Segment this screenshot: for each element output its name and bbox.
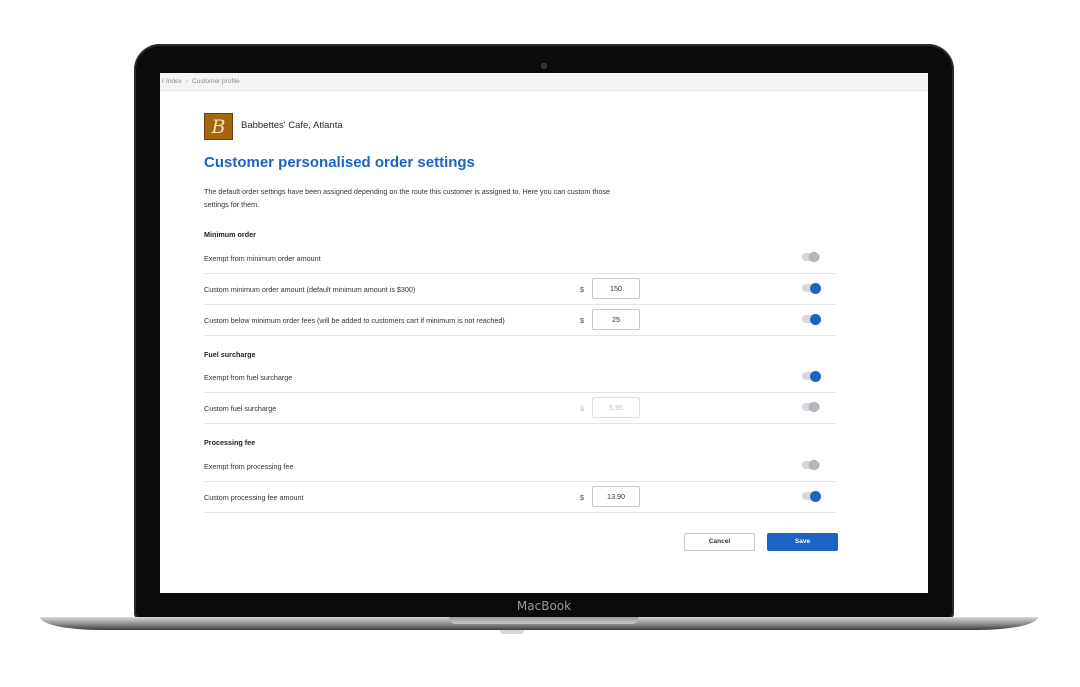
breadcrumb-item-index[interactable]: r Index (162, 78, 182, 85)
row-exempt-minimum-order: Exempt from minimum order amount (204, 243, 836, 274)
save-button[interactable]: Save (767, 533, 838, 551)
row-label: Exempt from fuel surcharge (204, 373, 293, 382)
row-custom-processing-fee: Custom processing fee amount $ 13.90 (204, 482, 836, 513)
page-description: The default order settings have been ass… (204, 187, 610, 209)
currency-symbol: $ (580, 404, 584, 413)
section-title-processing-fee: Processing fee (204, 438, 256, 447)
toggle-knob (810, 370, 821, 382)
row-label: Exempt from minimum order amount (204, 254, 321, 263)
laptop-foot (500, 630, 524, 634)
toggle-knob (810, 282, 821, 294)
toggle-knob (810, 490, 821, 502)
below-minimum-fee-input[interactable]: 25 (592, 309, 640, 330)
toggle-exempt-minimum-order[interactable] (802, 252, 820, 262)
row-label: Exempt from processing fee (204, 462, 294, 471)
toggle-knob (809, 252, 819, 262)
customer-logo: B (204, 113, 233, 140)
fuel-surcharge-input[interactable]: 5.95 (592, 397, 640, 418)
section-title-fuel-surcharge: Fuel surcharge (204, 350, 256, 359)
page-title: Customer personalised order settings (204, 154, 475, 171)
toggle-custom-minimum-amount[interactable] (802, 282, 821, 294)
row-label: Custom minimum order amount (default min… (204, 285, 416, 294)
toggle-knob (809, 402, 819, 412)
breadcrumb-separator: › (185, 78, 189, 85)
toggle-knob (810, 313, 821, 325)
row-label: Custom fuel surcharge (204, 404, 277, 413)
section-title-minimum-order: Minimum order (204, 230, 256, 239)
toggle-custom-fuel-surcharge[interactable] (802, 402, 820, 412)
toggle-exempt-fuel-surcharge[interactable] (802, 370, 821, 382)
device-brand-label: MacBook (516, 599, 572, 613)
breadcrumb-item-customer-profile[interactable]: Customer profile (192, 78, 240, 85)
currency-symbol: $ (580, 285, 584, 294)
breadcrumb: r Index › Customer profile (160, 73, 928, 91)
logo-letter: B (211, 115, 226, 138)
row-label: Custom processing fee amount (204, 493, 304, 502)
processing-fee-input[interactable]: 13.90 (592, 486, 640, 507)
toggle-below-minimum-fee[interactable] (802, 313, 821, 325)
cancel-button[interactable]: Cancel (684, 533, 755, 551)
laptop-notch (449, 617, 639, 624)
app-screen: r Index › Customer profile B Babbettes' Ca… (160, 73, 928, 593)
customer-name: Babbettes' Cafe, Atlanta (241, 120, 343, 131)
toggle-knob (809, 460, 819, 470)
row-exempt-fuel-surcharge: Exempt from fuel surcharge (204, 362, 836, 393)
toggle-exempt-processing-fee[interactable] (802, 460, 820, 470)
currency-symbol: $ (580, 316, 584, 325)
row-below-minimum-fee: Custom below minimum order fees (will be… (204, 305, 836, 336)
toggle-custom-processing-fee[interactable] (802, 490, 821, 502)
row-exempt-processing-fee: Exempt from processing fee (204, 451, 836, 482)
currency-symbol: $ (580, 493, 584, 502)
minimum-amount-input[interactable]: 150 (592, 278, 640, 299)
row-custom-fuel-surcharge: Custom fuel surcharge $ 5.95 (204, 393, 836, 424)
row-custom-minimum-amount: Custom minimum order amount (default min… (204, 274, 836, 305)
camera-icon (541, 63, 547, 69)
row-label: Custom below minimum order fees (will be… (204, 316, 505, 325)
